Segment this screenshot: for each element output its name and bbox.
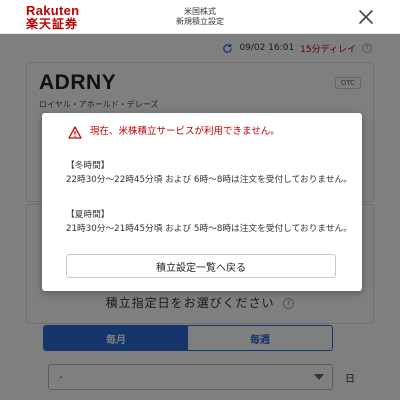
page-title-line2: 新規積立設定	[176, 17, 224, 26]
winter-hours-label: 【冬時間】	[66, 161, 110, 171]
back-to-list-button[interactable]: 積立設定一覧へ戻る	[66, 254, 336, 278]
app-header: Rakuten 楽天証券 米国株式 新規積立設定	[0, 0, 400, 34]
warning-triangle-icon	[68, 126, 82, 139]
winter-hours-info: 【冬時間】 22時30分～22時45分頃 および 6時～8時は注文を受付しており…	[66, 160, 358, 186]
page-title-line1: 米国株式	[184, 7, 216, 16]
alert-text: 現在、米株積立サービスが利用できません。	[90, 126, 280, 137]
close-icon[interactable]	[356, 7, 376, 27]
summer-hours-info: 【夏時間】 21時30分～21時45分頃 および 5時～8時は注文を受付しており…	[66, 209, 358, 235]
summer-hours-text: 21時30分～21時45分頃 および 5時～8時は注文を受付しておりません。	[66, 224, 352, 234]
page-title: 米国株式 新規積立設定	[0, 7, 400, 27]
summer-hours-label: 【夏時間】	[66, 210, 110, 220]
alert-message: 現在、米株積立サービスが利用できません。	[68, 125, 358, 139]
service-unavailable-dialog: 現在、米株積立サービスが利用できません。 【冬時間】 22時30分～22時45分…	[42, 113, 362, 291]
winter-hours-text: 22時30分～22時45分頃 および 6時～8時は注文を受付しておりません。	[66, 175, 352, 185]
